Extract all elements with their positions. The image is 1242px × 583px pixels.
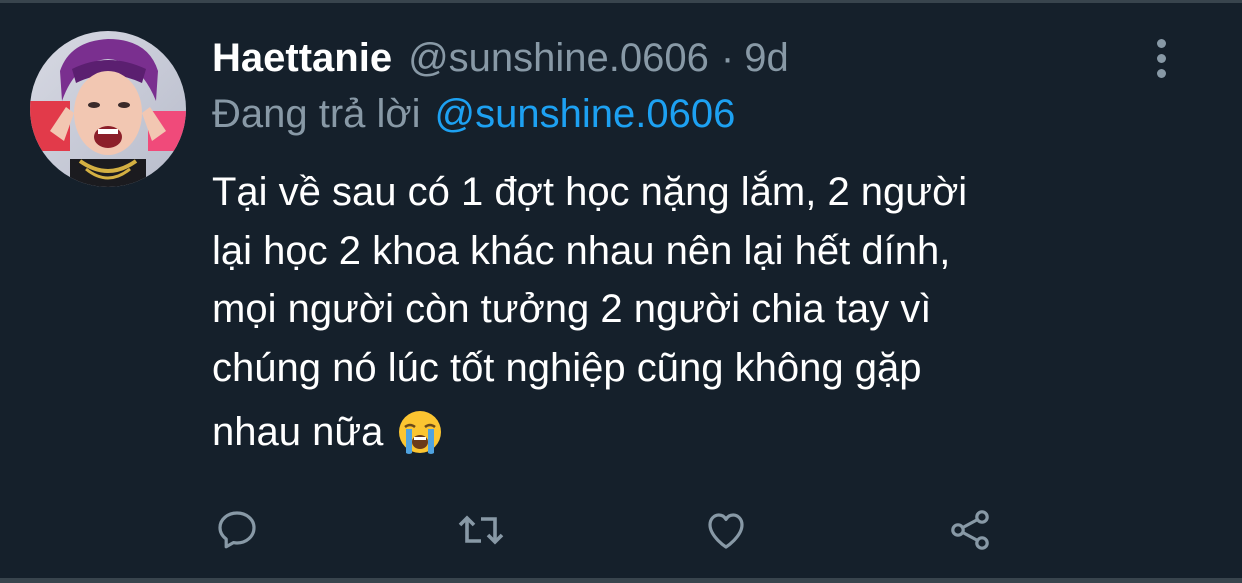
more-dot-icon	[1156, 53, 1166, 63]
tweet-text-line-last: nhau nữa	[212, 403, 1192, 462]
replying-to: Đang trả lời @sunshine.0606	[212, 92, 735, 137]
user-handle[interactable]: @sunshine.0606	[408, 36, 709, 81]
tweet-text-line: nhau nữa	[212, 410, 384, 454]
tweet-text-line: lại học 2 khoa khác nhau nên lại hết dín…	[212, 228, 951, 273]
separator-dot: ·	[720, 36, 735, 80]
tweet-actions	[0, 500, 1242, 560]
tweet-text: Tại về sau có 1 đợt học nặng lắm, 2 ngườ…	[212, 163, 1192, 462]
top-divider	[0, 0, 1242, 3]
tweet-text-line: chúng nó lúc tốt nghiệp cũng không gặp	[212, 345, 922, 390]
timestamp[interactable]: 9d	[744, 36, 789, 81]
comment-icon	[218, 511, 256, 549]
replying-to-handle[interactable]: @sunshine.0606	[435, 92, 736, 136]
display-name[interactable]: Haettanie	[212, 36, 392, 81]
tweet-text-line: mọi người còn tưởng 2 người chia tay vì	[212, 287, 932, 331]
retweet-icon	[458, 515, 504, 545]
retweet-button[interactable]	[453, 500, 509, 560]
tweet-header: Haettanie @sunshine.0606 · 9d	[212, 36, 789, 86]
replying-to-label: Đang trả lời	[212, 92, 421, 136]
share-button[interactable]	[942, 500, 998, 560]
avatar-image	[30, 31, 186, 187]
more-dot-icon	[1156, 68, 1166, 78]
avatar[interactable]	[30, 31, 186, 187]
more-options-button[interactable]	[1142, 36, 1180, 80]
bottom-divider	[0, 578, 1242, 583]
reply-button[interactable]	[209, 500, 265, 560]
tweet-text-line: Tại về sau có 1 đợt học nặng lắm, 2 ngườ…	[212, 170, 968, 214]
share-icon	[951, 510, 989, 550]
more-dot-icon	[1156, 38, 1166, 48]
like-button[interactable]	[698, 500, 754, 560]
heart-icon	[708, 513, 744, 549]
loudly-crying-face-icon	[397, 409, 443, 455]
